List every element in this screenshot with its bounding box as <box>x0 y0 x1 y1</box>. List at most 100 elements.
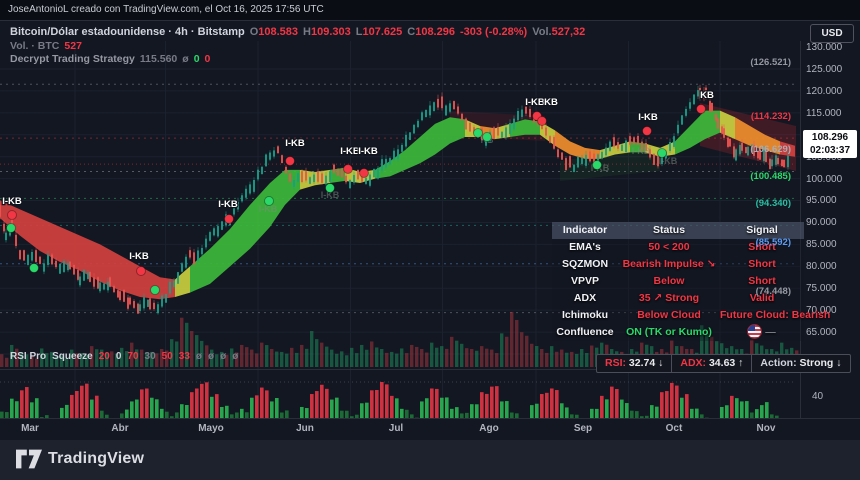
signal-label: I-KB <box>525 97 545 108</box>
signal-label: KB <box>700 90 714 101</box>
signal-label: I-KB <box>2 196 22 207</box>
time-axis[interactable]: Mar Abr Mayo Jun Jul Ago Sep Oct Nov <box>0 418 860 440</box>
col-status: Status <box>618 222 720 239</box>
price-tick-label: 100.000 <box>806 174 854 185</box>
legend-token: 108.583 <box>258 26 298 38</box>
month-label: Mar <box>8 423 52 434</box>
currency-toggle-button[interactable]: USD <box>810 24 854 43</box>
legend-token: 70 <box>127 351 138 362</box>
legend-token: 0 <box>116 351 122 362</box>
month-label: Jun <box>283 423 327 434</box>
month-label: Abr <box>98 423 142 434</box>
legend-token: 107.625 <box>362 26 402 38</box>
signal-label: I-KB <box>358 146 378 157</box>
month-label: Ago <box>467 423 511 434</box>
signal-label: I-KB <box>218 199 238 210</box>
level-label: (126.521) <box>733 57 791 68</box>
svg-text:I-KB: I-KB <box>632 146 651 156</box>
legend-token: Squeeze <box>52 351 93 362</box>
legend-token: -303 (-0.28%) <box>460 26 527 38</box>
legend-token: 109.303 <box>311 26 351 38</box>
price-tick-label: 120.000 <box>806 86 854 97</box>
tradingview-wordmark[interactable]: TradingView <box>48 450 144 468</box>
legend-token: 0 <box>205 53 211 65</box>
legend-token: H <box>303 26 311 38</box>
symbol-legend[interactable]: Bitcoin/Dólar estadounidense · 4h · Bits… <box>10 26 590 38</box>
price-tick-label: 125.000 <box>806 64 854 75</box>
price-tick-label: 95.000 <box>806 195 854 206</box>
legend-token: Vol. <box>532 26 551 38</box>
indicator-row-sqzmon: SQZMONBearish Impulse ↘Short <box>552 256 804 273</box>
rsi-adx-status-box: RSI: 32.74 ↓ADX: 34.63 ↑Action: Strong ↓ <box>596 354 851 373</box>
month-label: Jul <box>374 423 418 434</box>
legend-token: 0 <box>194 53 200 65</box>
legend-token: 527,32 <box>552 26 586 38</box>
level-label: (74.448) <box>733 286 791 297</box>
indicator-status: 50 < 200 <box>618 239 720 256</box>
legend-token: 33 <box>179 351 190 362</box>
legend-token: Vol. · BTC <box>10 40 59 52</box>
signal-label: I-KB <box>340 146 360 157</box>
attribution-bar: JoseAntonioL creado con TradingView.com,… <box>0 0 860 20</box>
legend-token: C <box>407 26 415 38</box>
indicator-name: SQZMON <box>552 256 618 273</box>
legend-token: 50 <box>162 351 173 362</box>
attribution-text: JoseAntonioL creado con TradingView.com,… <box>8 4 324 15</box>
indicator-name: Confluence <box>552 324 618 341</box>
month-label: Sep <box>561 423 605 434</box>
bar-countdown: 02:03:37 <box>803 144 857 157</box>
status-segment: Action: Strong ↓ <box>751 355 849 372</box>
legend-token: ø <box>220 351 226 362</box>
price-tick-label: 65.000 <box>806 327 854 338</box>
volume-legend[interactable]: Vol. · BTC 527 <box>10 40 87 52</box>
rsi-tick-label: 40 <box>812 391 842 402</box>
month-label: Nov <box>744 423 788 434</box>
price-tick-label: 115.000 <box>806 108 854 119</box>
indicator-status: Bearish Impulse ↘ <box>618 256 720 273</box>
signal-label: I-KB <box>638 112 658 123</box>
level-label: (94.340) <box>733 198 791 209</box>
status-segment: RSI: 32.74 ↓ <box>597 355 671 372</box>
price-tick-label: 90.000 <box>806 217 854 228</box>
legend-token: Bitcoin/Dólar estadounidense · 4h · Bits… <box>10 26 245 38</box>
legend-token: Decrypt Trading Strategy <box>10 53 135 65</box>
us-flag-icon <box>748 325 761 338</box>
legend-token: 108.296 <box>415 26 455 38</box>
indicator-signal: — <box>720 324 804 341</box>
indicator-row-confluence: ConfluenceON (TK or Kumo)— <box>552 324 804 341</box>
level-label: (114.232) <box>733 111 791 122</box>
legend-token: 527 <box>64 40 82 52</box>
month-label: Mayo <box>189 423 233 434</box>
legend-token: 115.560 <box>140 53 177 65</box>
price-tick-label: 85.000 <box>806 239 854 250</box>
indicator-signal: Future Cloud: Bearish <box>720 307 804 324</box>
indicator-status: ON (TK or Kumo) <box>618 324 720 341</box>
legend-token: RSI Pro <box>10 351 46 362</box>
legend-token: 30 <box>145 351 156 362</box>
level-label: (100.485) <box>733 171 791 182</box>
level-label: (106.629) <box>733 144 791 155</box>
price-tick-label: 130.000 <box>806 42 854 53</box>
legend-token: ø <box>182 53 188 65</box>
indicator-status: Below Cloud <box>618 307 720 324</box>
signal-label: I-KB <box>285 138 305 149</box>
tradingview-logo-icon[interactable] <box>16 449 42 469</box>
rsi-pro-legend[interactable]: RSI ProSqueeze20070305033øøøø <box>10 351 244 362</box>
indicator-status: Below <box>618 273 720 290</box>
legend-token: ø <box>196 351 202 362</box>
indicator-name: EMA's <box>552 239 618 256</box>
indicator-signal: Short <box>720 256 804 273</box>
strategy-legend[interactable]: Decrypt Trading Strategy115.560ø00 <box>10 53 215 65</box>
signal-label: I-KB <box>129 251 149 262</box>
legend-token: ø <box>232 351 238 362</box>
current-price-tag[interactable]: 108.296 02:03:37 <box>803 130 857 158</box>
indicator-name: Ichimoku <box>552 307 618 324</box>
indicator-name: VPVP <box>552 273 618 290</box>
indicator-name: ADX <box>552 290 618 307</box>
current-price-value: 108.296 <box>803 131 857 144</box>
month-label: Oct <box>652 423 696 434</box>
legend-token: ø <box>208 351 214 362</box>
price-tick-label: 75.000 <box>806 283 854 294</box>
col-indicator: Indicator <box>552 222 618 239</box>
legend-token: 20 <box>99 351 110 362</box>
